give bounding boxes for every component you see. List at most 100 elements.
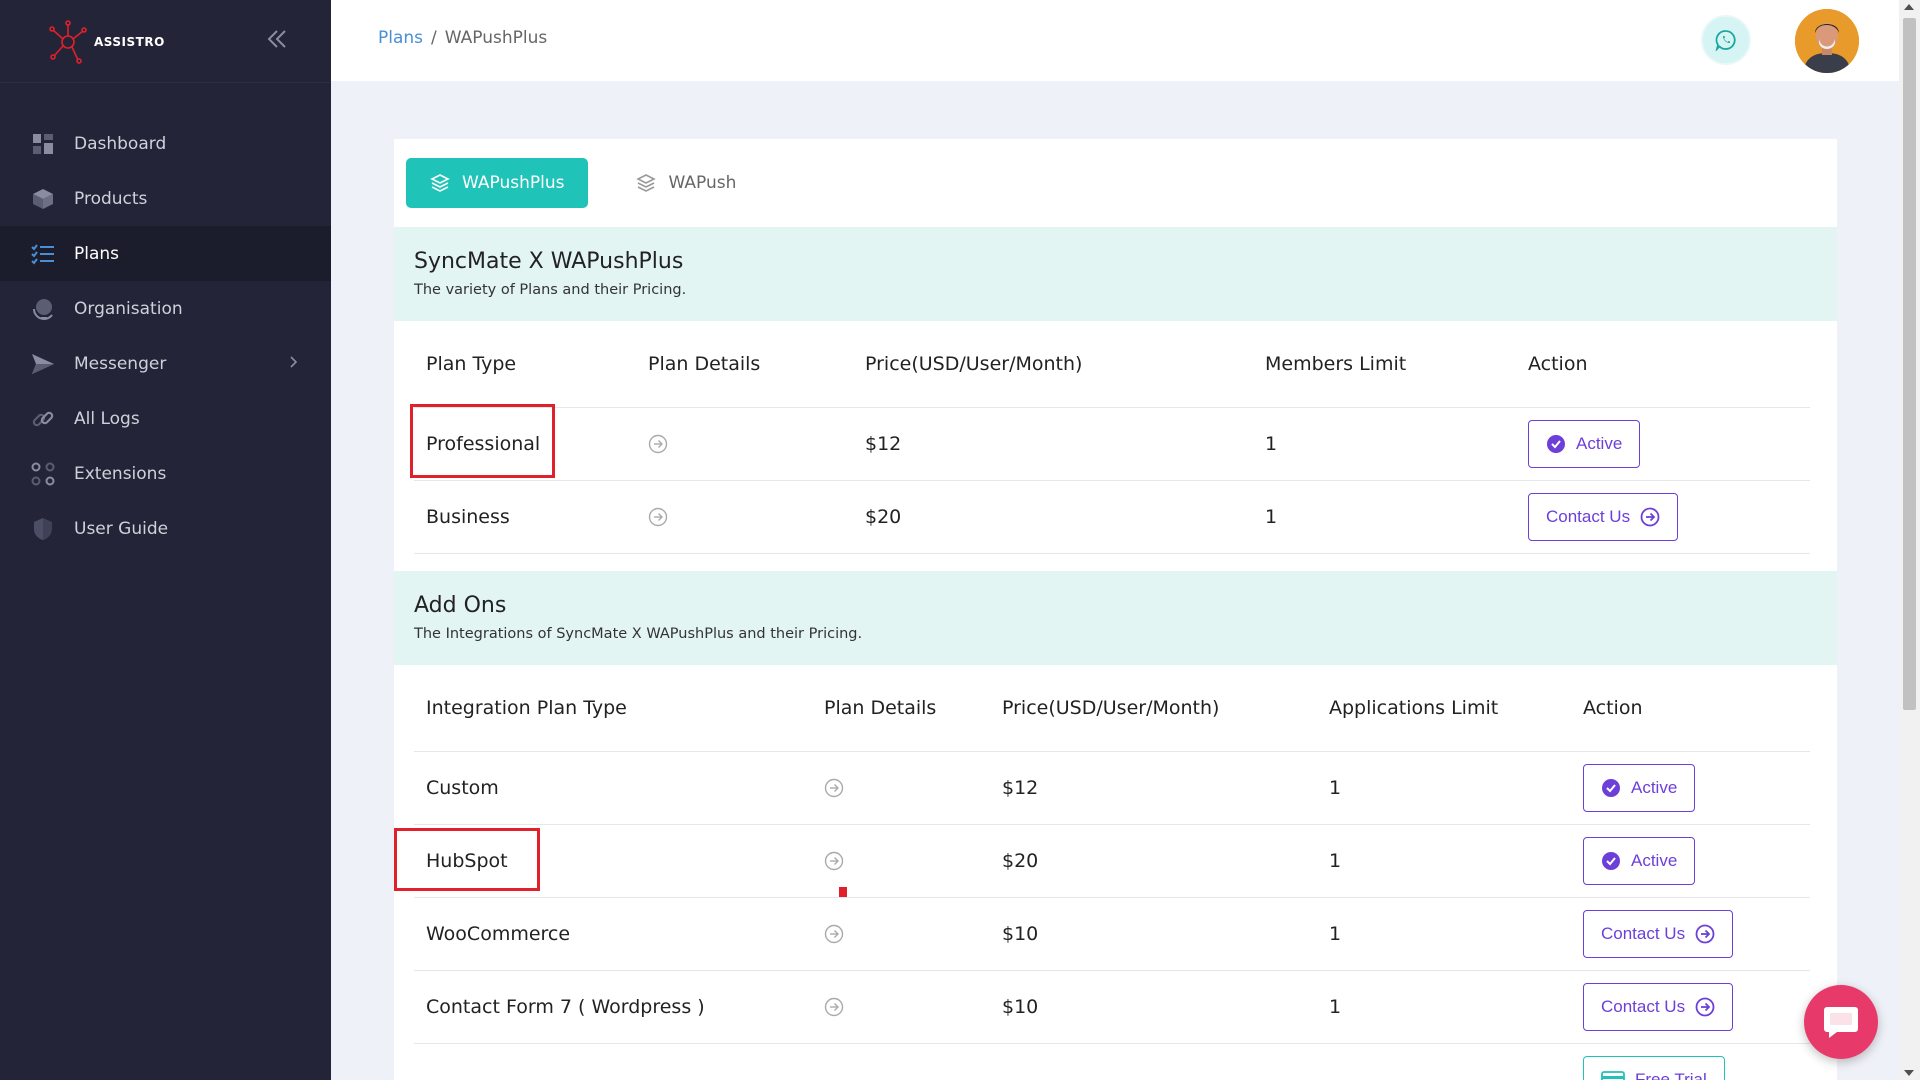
- plan-details-cell: [812, 751, 990, 825]
- sidebar-item-organisation[interactable]: Organisation: [0, 281, 331, 336]
- cube-icon: [30, 186, 56, 212]
- contact-us-button[interactable]: Contact Us: [1583, 982, 1734, 1031]
- collapse-sidebar-button[interactable]: [264, 26, 290, 52]
- column-header: Integration Plan Type: [414, 665, 812, 752]
- sidebar-item-extensions[interactable]: Extensions: [0, 446, 331, 501]
- limit-cell: 1: [1317, 970, 1571, 1044]
- plan-type-cell: Custom: [414, 751, 812, 825]
- globe-icon: [30, 296, 56, 322]
- tab-wapushplus[interactable]: WAPushPlus: [406, 158, 589, 208]
- plan-type-cell: Professional: [414, 407, 636, 481]
- column-header: Action: [1571, 665, 1810, 752]
- whatsapp-button[interactable]: [1701, 15, 1751, 65]
- sidebar-item-label: Products: [74, 188, 148, 209]
- dashboard-icon: [30, 131, 56, 157]
- sidebar-item-plans[interactable]: Plans: [0, 226, 331, 281]
- sidebar-divider: [0, 82, 331, 83]
- sidebar-item-messenger[interactable]: Messenger: [0, 336, 331, 391]
- sidebar-nav: Dashboard Products Plans Organisation Me…: [0, 116, 331, 556]
- table-row: Professional $12 1 Active: [414, 407, 1810, 481]
- plan-details-cell: [812, 970, 990, 1044]
- sidebar-item-label: Plans: [74, 243, 120, 264]
- button-label: Free Trial: [1635, 1069, 1707, 1080]
- sidebar-item-label: Dashboard: [74, 133, 167, 154]
- scroll-thumb[interactable]: [1903, 18, 1916, 710]
- layers-icon: [430, 174, 450, 192]
- plans-table: Plan Type Plan Details Price(USD/User/Mo…: [414, 321, 1810, 554]
- arrow-circle-right-icon[interactable]: [824, 851, 844, 871]
- addons-section-title: Add Ons: [414, 593, 507, 618]
- price-cell: $10: [990, 897, 1317, 971]
- sidebar-item-all-logs[interactable]: All Logs: [0, 391, 331, 446]
- arrow-circle-right-icon[interactable]: [824, 778, 844, 798]
- sidebar-item-user-guide[interactable]: User Guide: [0, 501, 331, 556]
- action-cell: Active: [1516, 407, 1810, 481]
- arrow-circle-right-icon[interactable]: [824, 997, 844, 1017]
- page-scrollbar[interactable]: [1899, 0, 1920, 1080]
- sidebar-item-label: All Logs: [74, 408, 140, 429]
- chevron-right-icon: [290, 356, 298, 368]
- price-cell: $12: [990, 751, 1317, 825]
- sidebar-item-dashboard[interactable]: Dashboard: [0, 116, 331, 171]
- sidebar-item-label: Messenger: [74, 353, 167, 374]
- arrow-circle-right-icon[interactable]: [648, 507, 668, 527]
- plan-type-cell: HubSpot: [414, 824, 812, 898]
- column-header: Price(USD/User/Month): [853, 321, 1253, 408]
- check-circle-icon: [1602, 851, 1620, 870]
- table-header-row: Plan Type Plan Details Price(USD/User/Mo…: [414, 321, 1810, 408]
- scroll-down-arrow-icon[interactable]: [1904, 1070, 1914, 1076]
- check-circle-icon: [1602, 778, 1620, 797]
- cursor-marker: [839, 887, 847, 897]
- table-row: Contact Form 7 ( Wordpress ) $10 1 Conta…: [414, 970, 1810, 1044]
- arrow-circle-right-icon[interactable]: [648, 434, 668, 454]
- user-avatar[interactable]: [1795, 9, 1859, 73]
- contact-us-button[interactable]: Contact Us: [1583, 909, 1734, 958]
- plan-tabs: WAPushPlus WAPush: [406, 158, 760, 208]
- column-header: Members Limit: [1253, 321, 1516, 408]
- credit-card-icon: [1601, 1070, 1625, 1080]
- avatar-image: [1795, 9, 1859, 73]
- button-label: Active: [1631, 777, 1678, 797]
- chat-support-button[interactable]: [1804, 985, 1878, 1059]
- chat-bubble-icon: [1824, 1007, 1858, 1038]
- plan-details-cell: [636, 480, 853, 554]
- action-cell: Active: [1571, 751, 1810, 825]
- arrow-circle-right-icon: [1640, 507, 1660, 526]
- column-header: Plan Type: [414, 321, 636, 408]
- column-header: Plan Details: [636, 321, 853, 408]
- active-button[interactable]: Active: [1583, 836, 1696, 885]
- column-header: Action: [1516, 321, 1810, 408]
- sidebar-item-label: Extensions: [74, 463, 167, 484]
- brand-logo[interactable]: ASSISTRO: [48, 18, 165, 66]
- price-cell: $20: [853, 480, 1253, 554]
- limit-cell: 1: [1317, 824, 1571, 898]
- limit-cell: 1: [1317, 751, 1571, 825]
- price-cell: $10: [990, 970, 1317, 1044]
- price-cell: $12: [853, 407, 1253, 481]
- sidebar: ASSISTRO Dashboard Products Plans Organi…: [0, 0, 331, 1080]
- scroll-up-arrow-icon[interactable]: [1904, 4, 1914, 10]
- send-icon: [30, 351, 56, 377]
- button-label: Contact Us: [1546, 506, 1631, 526]
- active-button[interactable]: Active: [1583, 763, 1696, 812]
- plan-type-cell: WooCommerce: [414, 897, 812, 971]
- tab-wapush[interactable]: WAPush: [612, 158, 760, 208]
- active-button[interactable]: Active: [1528, 419, 1641, 468]
- arrow-circle-right-icon[interactable]: [824, 924, 844, 944]
- plan-type-cell: Business: [414, 480, 636, 554]
- action-cell: Contact Us: [1516, 480, 1810, 554]
- breadcrumb-link-plans[interactable]: Plans: [378, 28, 423, 48]
- sidebar-item-products[interactable]: Products: [0, 171, 331, 226]
- button-label: Contact Us: [1601, 923, 1686, 943]
- table-row: Custom $12 1 Active: [414, 751, 1810, 825]
- action-cell: Contact Us: [1571, 897, 1810, 971]
- arrow-circle-right-icon: [1695, 997, 1715, 1016]
- free-trial-button[interactable]: Free Trial: [1583, 1055, 1725, 1080]
- plans-section-header: SyncMate X WAPushPlus The variety of Pla…: [394, 227, 1837, 321]
- table-row: WooCommerce $10 1 Contact Us: [414, 897, 1810, 971]
- plan-details-cell: [636, 407, 853, 481]
- layers-icon: [636, 174, 657, 192]
- contact-us-button[interactable]: Contact Us: [1528, 492, 1679, 541]
- link-icon: [30, 406, 56, 432]
- addons-table: Integration Plan Type Plan Details Price…: [414, 665, 1810, 1080]
